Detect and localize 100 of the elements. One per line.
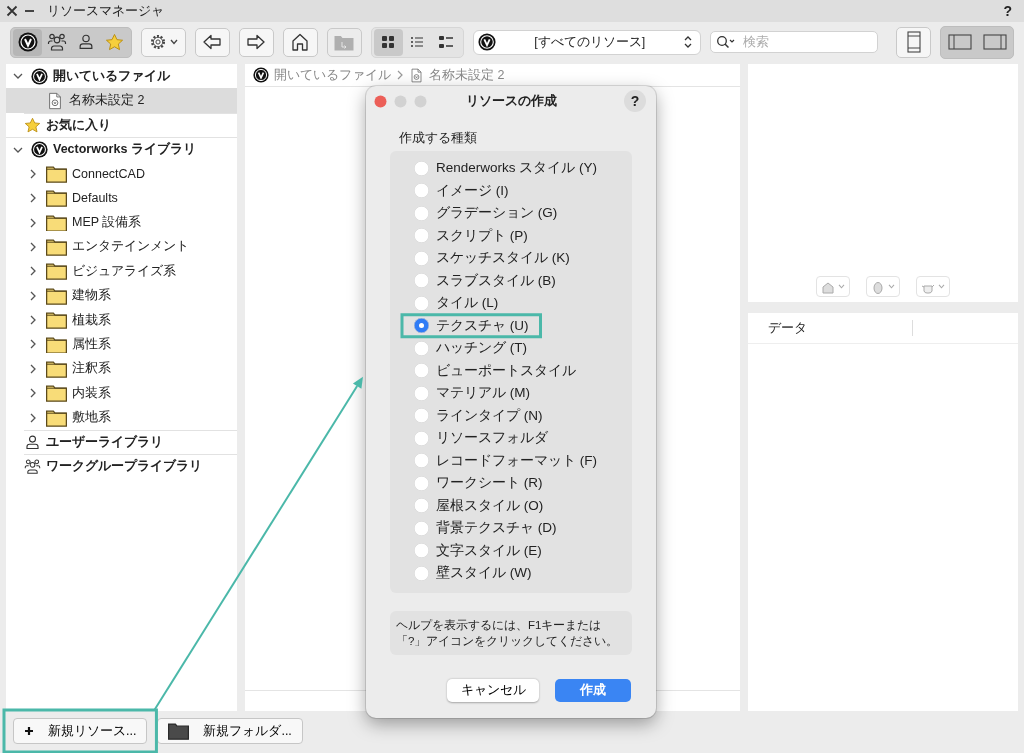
grid-view-button[interactable]	[373, 28, 403, 56]
breadcrumb-item[interactable]: 名称未設定 2	[429, 66, 505, 84]
tree-item[interactable]: ワークグループライブラリ	[24, 454, 237, 479]
radio-button[interactable]	[414, 543, 429, 559]
close-dot-icon	[374, 94, 387, 108]
radio-button[interactable]	[414, 250, 429, 266]
folder-icon	[46, 262, 67, 281]
chevron-right-icon	[29, 339, 37, 350]
radio-label[interactable]: リソースフォルダ	[436, 429, 548, 448]
home-button[interactable]	[282, 27, 318, 57]
tree-item[interactable]: ビジュアライズ系	[6, 259, 237, 284]
radio-label[interactable]: テクスチャ (U)	[436, 316, 529, 335]
chevron-right-icon	[29, 217, 37, 228]
radio-button[interactable]	[414, 273, 429, 289]
help-button[interactable]: ?	[624, 90, 646, 112]
tree-item[interactable]: 開いているファイル	[6, 64, 237, 89]
caret-down-icon	[888, 284, 895, 289]
help-button[interactable]: ?	[1003, 3, 1012, 19]
tree-item[interactable]: エンタテインメント	[6, 234, 237, 260]
grid-view-icon	[379, 33, 397, 51]
folder-icon	[46, 408, 67, 427]
radio-button[interactable]	[414, 363, 429, 379]
close-icon	[6, 5, 18, 17]
people-icon	[24, 458, 41, 476]
folder-icon	[334, 33, 354, 51]
radio-label[interactable]: ビューポートスタイル	[436, 361, 576, 380]
radio-button[interactable]	[414, 340, 429, 356]
chevron-right-icon	[29, 193, 37, 204]
radio-button[interactable]	[414, 385, 429, 401]
radio-button[interactable]	[414, 475, 429, 491]
radio-label[interactable]: スラブスタイル (B)	[436, 271, 556, 290]
radio-label[interactable]: 壁スタイル (W)	[436, 564, 532, 583]
back-button[interactable]	[194, 27, 230, 57]
panel-icon	[906, 31, 921, 53]
tree-item[interactable]: ConnectCAD	[6, 161, 237, 186]
radio-label[interactable]: ハッチング (T)	[436, 339, 527, 358]
disclosure-toggle[interactable]	[12, 72, 24, 81]
teapot-render-menu[interactable]	[916, 276, 950, 297]
cancel-button[interactable]: キャンセル	[447, 678, 539, 702]
tree-item[interactable]: 内装系	[6, 381, 237, 406]
vectorworks-library-tab[interactable]	[13, 28, 42, 56]
radio-label[interactable]: レコードフォーマット (F)	[436, 451, 597, 470]
radio-label[interactable]: 文字スタイル (E)	[436, 541, 542, 560]
tree-item[interactable]: MEP 設備系	[6, 210, 237, 235]
arrow-left-icon	[202, 32, 222, 52]
radio-label[interactable]: ラインタイプ (N)	[436, 406, 543, 425]
radio-label[interactable]: Renderworks スタイル (Y)	[436, 159, 598, 178]
tree-item[interactable]: 敷地系	[6, 405, 237, 430]
minimize-dot-icon	[394, 94, 407, 108]
radio-label[interactable]: 背景テクスチャ (D)	[436, 519, 557, 538]
tree-item[interactable]: 属性系	[6, 332, 237, 357]
new-resource-button[interactable]: 新規リソース...	[13, 718, 148, 744]
egg-render-menu[interactable]	[866, 276, 900, 297]
updown-icon	[684, 36, 692, 48]
tree-item[interactable]: 建物系	[6, 283, 237, 308]
radio-button[interactable]	[414, 408, 429, 424]
house-render-menu[interactable]	[816, 276, 850, 297]
folder-icon	[168, 722, 190, 740]
preview-toggle-button[interactable]	[896, 26, 931, 58]
forward-button[interactable]	[238, 27, 274, 57]
tree-item[interactable]: 注釈系	[6, 356, 237, 382]
tree-item[interactable]: Vectorworks ライブラリ	[6, 137, 237, 162]
radio-button[interactable]	[414, 565, 429, 581]
tree-item[interactable]: お気に入り	[24, 112, 237, 138]
radio-label[interactable]: グラデーション (G)	[436, 204, 558, 223]
search-field[interactable]: 検索	[710, 31, 878, 53]
radio-button[interactable]	[414, 498, 429, 514]
radio-button[interactable]	[414, 205, 429, 221]
tree-item[interactable]: ユーザーライブラリ	[24, 429, 237, 455]
chevron-right-icon	[29, 315, 37, 326]
breadcrumb-item[interactable]: 開いているファイル	[274, 66, 391, 84]
radio-button[interactable]	[414, 183, 429, 199]
tree-item[interactable]: 植栽系	[6, 307, 237, 333]
radio-label[interactable]: タイル (L)	[436, 294, 499, 313]
radio-label[interactable]: イメージ (I)	[436, 181, 509, 200]
create-button[interactable]: 作成	[555, 678, 631, 702]
radio-button[interactable]	[414, 520, 429, 536]
radio-label[interactable]: マテリアル (M)	[436, 384, 530, 403]
settings-button[interactable]	[141, 27, 186, 57]
radio-label[interactable]: スクリプト (P)	[436, 226, 528, 245]
new-folder-button[interactable]: 新規フォルダ...	[157, 718, 303, 744]
radio-label[interactable]: ワークシート (R)	[436, 474, 543, 493]
radio-label[interactable]: 屋根スタイル (O)	[436, 496, 544, 515]
vectorworks-logo-icon	[477, 33, 496, 51]
tree-item[interactable]: Defaults	[6, 185, 237, 211]
disclosure-toggle[interactable]	[12, 145, 24, 154]
radio-button[interactable]	[414, 453, 429, 469]
tree-item[interactable]: 名称未設定 2	[6, 88, 237, 113]
help-text: ヘルプを表示するには、F1キーまたは「?」アイコンをクリックしてください。	[390, 610, 632, 655]
radio-button[interactable]	[414, 430, 429, 446]
chevron-right-icon	[29, 363, 37, 374]
radio-button[interactable]	[414, 160, 429, 176]
people-icon	[46, 32, 67, 52]
radio-label[interactable]: スケッチスタイル (K)	[436, 249, 570, 268]
library-select[interactable]: [すべてのリソース]	[472, 29, 701, 55]
sidebar-right-icon	[982, 33, 1007, 51]
radio-button[interactable]	[414, 318, 429, 334]
vectorworks-logo-icon	[17, 32, 38, 52]
radio-button[interactable]	[414, 295, 429, 311]
radio-button[interactable]	[414, 228, 429, 244]
